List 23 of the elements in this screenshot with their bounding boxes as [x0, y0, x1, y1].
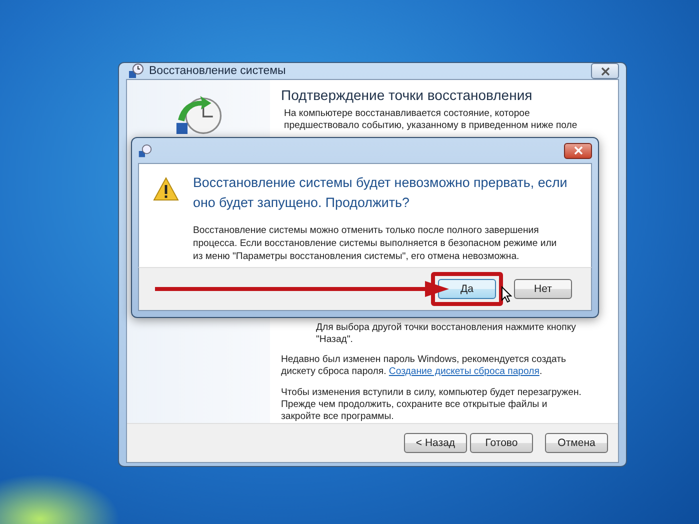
clock-arrow-icon	[176, 96, 222, 134]
wizard-button[interactable]: < Назад	[404, 433, 467, 453]
window-title: Восстановление системы	[149, 65, 286, 77]
intro-text: На компьютере восстанавливается состояние, которое предшествовало событию, указанному в приведенном ниже поле	[284, 108, 578, 132]
dialog-message: Восстановление системы можно отменить только после полного завершения процесса. Если восстановление системы выполняется в безопасном режиме или из меню "Параметры восстановления системы", его отмена невозможна.	[193, 224, 558, 263]
dialog-button[interactable]: Нет	[514, 279, 572, 299]
hint-text: Для выбора другой точки восстановления нажмите кнопку "Назад".	[316, 322, 577, 346]
close-button[interactable]	[591, 63, 619, 79]
warning-icon	[153, 177, 179, 201]
close-button[interactable]	[564, 142, 592, 158]
mouse-cursor-icon	[501, 286, 512, 303]
page-heading: Подтверждение точки восстановления	[281, 87, 534, 103]
wizard-button[interactable]: Отмена	[545, 433, 608, 453]
close-icon	[574, 146, 582, 155]
restore-icon	[128, 63, 144, 79]
reset-disk-link[interactable]: Создание дискеты сброса пароля	[388, 366, 540, 377]
restart-note: Чтобы изменения вступили в силу, компьютер будет перезагружен. Прежде чем продолжить, сохраните все открытые файлы и закройте все программы.	[281, 387, 582, 423]
dialog-button[interactable]: Да	[438, 279, 496, 299]
close-icon	[600, 66, 610, 76]
wizard-button[interactable]: Готово	[470, 433, 533, 453]
main-instruction: Восстановление системы будет невозможно прервать, если оно будет запущено. Продолжить?	[193, 174, 568, 212]
password-note: Недавно был изменен пароль Windows, рекомендуется создать дискету сброса пароля. Создание дискеты сброса пароля.	[281, 354, 568, 378]
restore-icon	[138, 144, 152, 158]
